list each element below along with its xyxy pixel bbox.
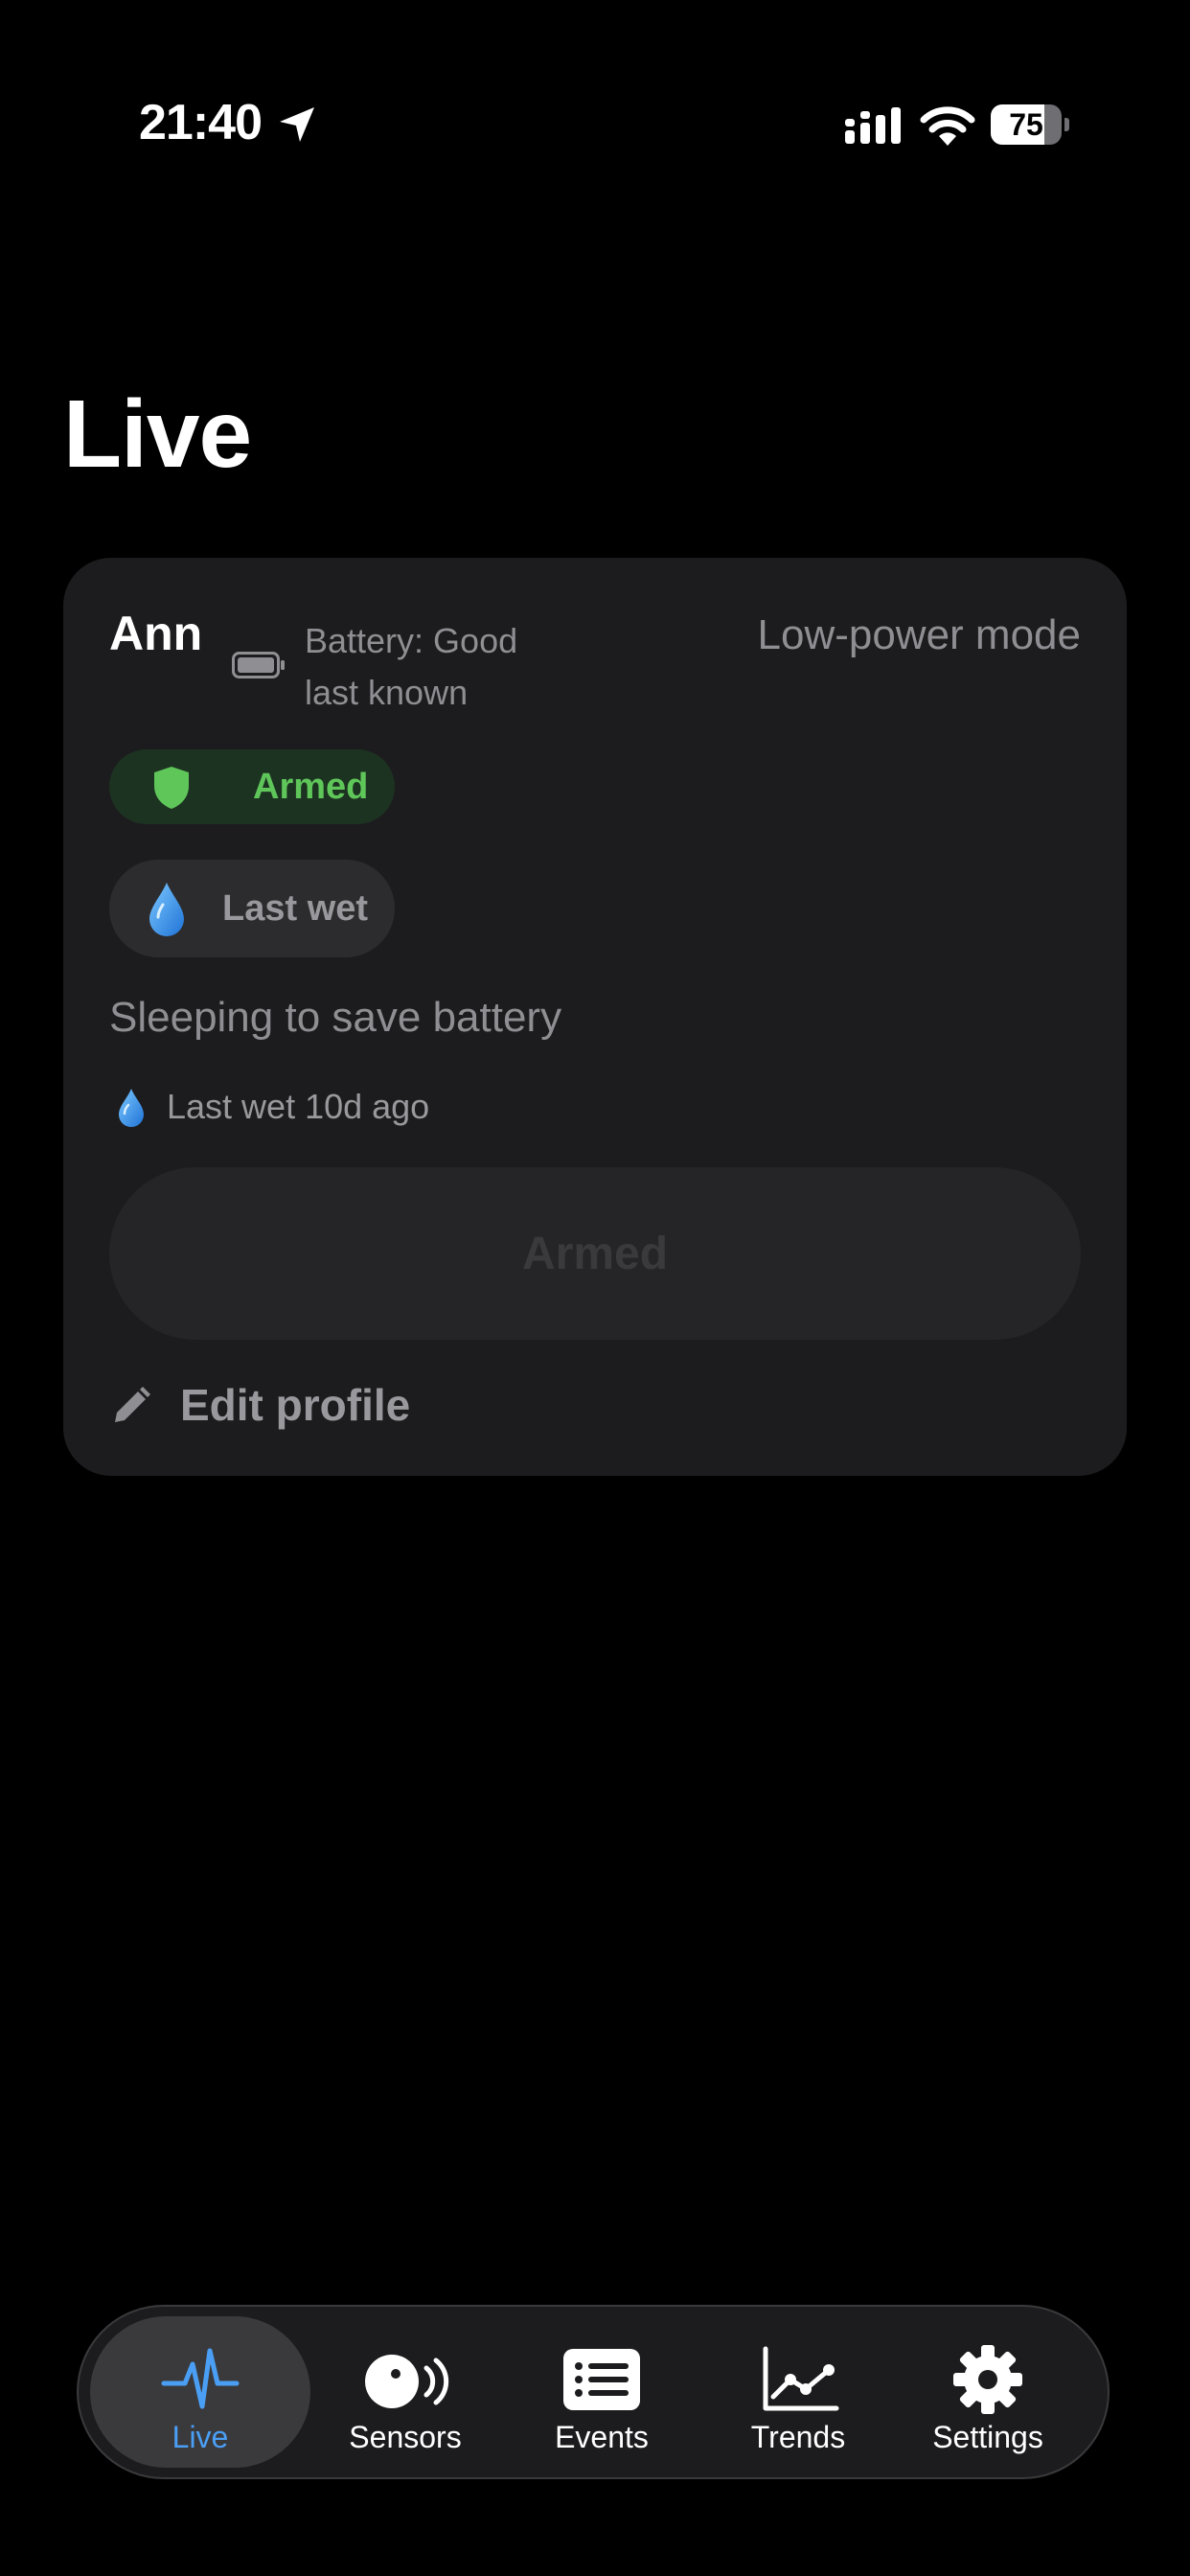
profile-card: Ann Battery: Good last known Low-power m… <box>63 558 1127 1476</box>
sensor-icon <box>365 2355 449 2408</box>
status-time: 21:40 <box>139 95 263 150</box>
trend-chart-icon <box>763 2346 839 2411</box>
tab-sensors[interactable]: Sensors <box>295 2316 515 2468</box>
sleeping-status-text: Sleeping to save battery <box>109 994 562 1041</box>
tab-live[interactable]: Live <box>90 2316 310 2468</box>
tab-events[interactable]: Events <box>492 2316 712 2468</box>
tab-bar: Live Sensors Events Trends Settings <box>77 2305 1110 2479</box>
last-wet-time-text: Last wet 10d ago <box>167 1087 430 1126</box>
tab-trends[interactable]: Trends <box>688 2316 908 2468</box>
battery-status-text: Battery: Good last known <box>305 621 518 712</box>
page-title: Live <box>63 380 252 488</box>
last-wet-pill: Last wet <box>109 860 395 957</box>
armed-pill-label: Armed <box>253 767 369 807</box>
tab-settings[interactable]: Settings <box>878 2316 1098 2468</box>
wifi-icon <box>920 106 975 146</box>
tab-sensors-label: Sensors <box>349 2420 462 2454</box>
profile-name: Ann <box>109 607 203 660</box>
waveform-icon <box>161 2348 240 2409</box>
cellular-signal-icon <box>845 107 901 144</box>
gear-icon <box>953 2345 1022 2414</box>
location-arrow-icon <box>280 107 314 142</box>
status-bar: 21:40 75 <box>0 0 1190 150</box>
last-wet-pill-label: Last wet <box>222 888 369 929</box>
shield-icon <box>154 767 189 809</box>
status-battery-icon: 75 <box>991 104 1069 145</box>
power-mode-label: Low-power mode <box>757 611 1082 658</box>
pencil-icon <box>115 1387 150 1422</box>
tab-live-label: Live <box>172 2420 229 2454</box>
list-icon <box>563 2349 640 2410</box>
water-drop-icon <box>149 883 184 936</box>
armed-status-pill: Armed <box>109 749 395 824</box>
tab-settings-label: Settings <box>932 2420 1043 2454</box>
battery-percent: 75 <box>1009 107 1043 142</box>
tab-events-label: Events <box>555 2420 649 2454</box>
tab-trends-label: Trends <box>750 2420 846 2454</box>
water-drop-icon <box>119 1089 144 1127</box>
device-battery-icon <box>232 652 285 678</box>
edit-profile-button[interactable]: Edit profile <box>109 1374 435 1436</box>
edit-profile-label: Edit profile <box>180 1380 411 1430</box>
armed-button[interactable]: Armed <box>109 1167 1081 1340</box>
